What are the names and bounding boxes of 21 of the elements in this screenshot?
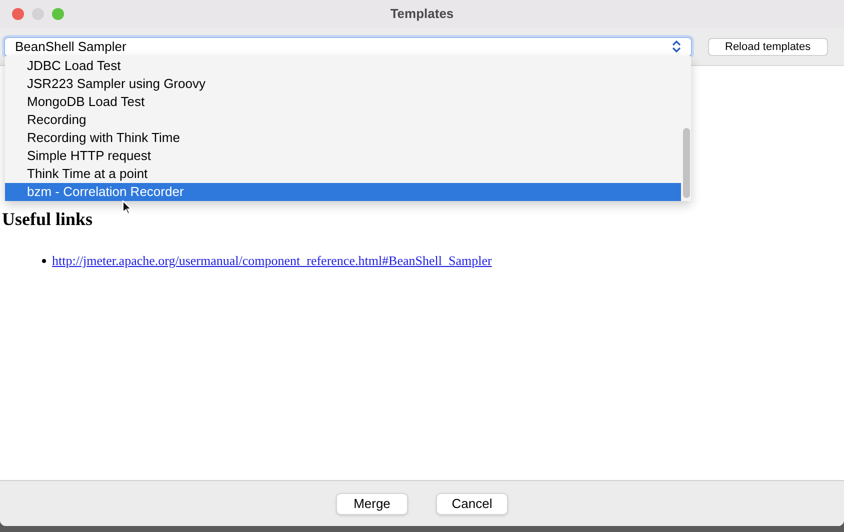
template-select[interactable]: BeanShell Sampler [4, 36, 692, 56]
reference-link[interactable]: http://jmeter.apache.org/usermanual/component_reference.html#BeanShell_Sampler [52, 251, 492, 270]
section-heading: Useful links [2, 208, 93, 231]
dialog-button[interactable]: Merge [336, 492, 408, 514]
dropdown-item[interactable]: Simple HTTP request [5, 147, 681, 165]
scrollbar-thumb[interactable] [682, 128, 690, 198]
chevron-updown-icon [672, 40, 681, 53]
bullet-icon [42, 258, 46, 263]
close-icon[interactable] [12, 8, 24, 20]
dropdown-item[interactable]: Recording [5, 111, 681, 129]
dropdown-item[interactable]: Think Time at a point [5, 165, 681, 183]
maximize-icon[interactable] [52, 8, 64, 20]
dropdown-item[interactable]: JDBC Load Test [5, 57, 681, 75]
dropdown-item[interactable]: bzm - Correlation Recorder [5, 183, 681, 201]
reload-templates-button[interactable]: Reload templates [708, 38, 828, 56]
dropdown-item[interactable]: JSR223 Sampler using Groovy [5, 75, 681, 93]
window-title: Templates [390, 5, 454, 24]
dialog-button[interactable]: Cancel [436, 492, 508, 514]
mouse-pointer-icon [122, 200, 132, 215]
dropdown-item[interactable]: Recording with Think Time [5, 129, 681, 147]
dropdown-item[interactable]: MongoDB Load Test [5, 93, 681, 111]
